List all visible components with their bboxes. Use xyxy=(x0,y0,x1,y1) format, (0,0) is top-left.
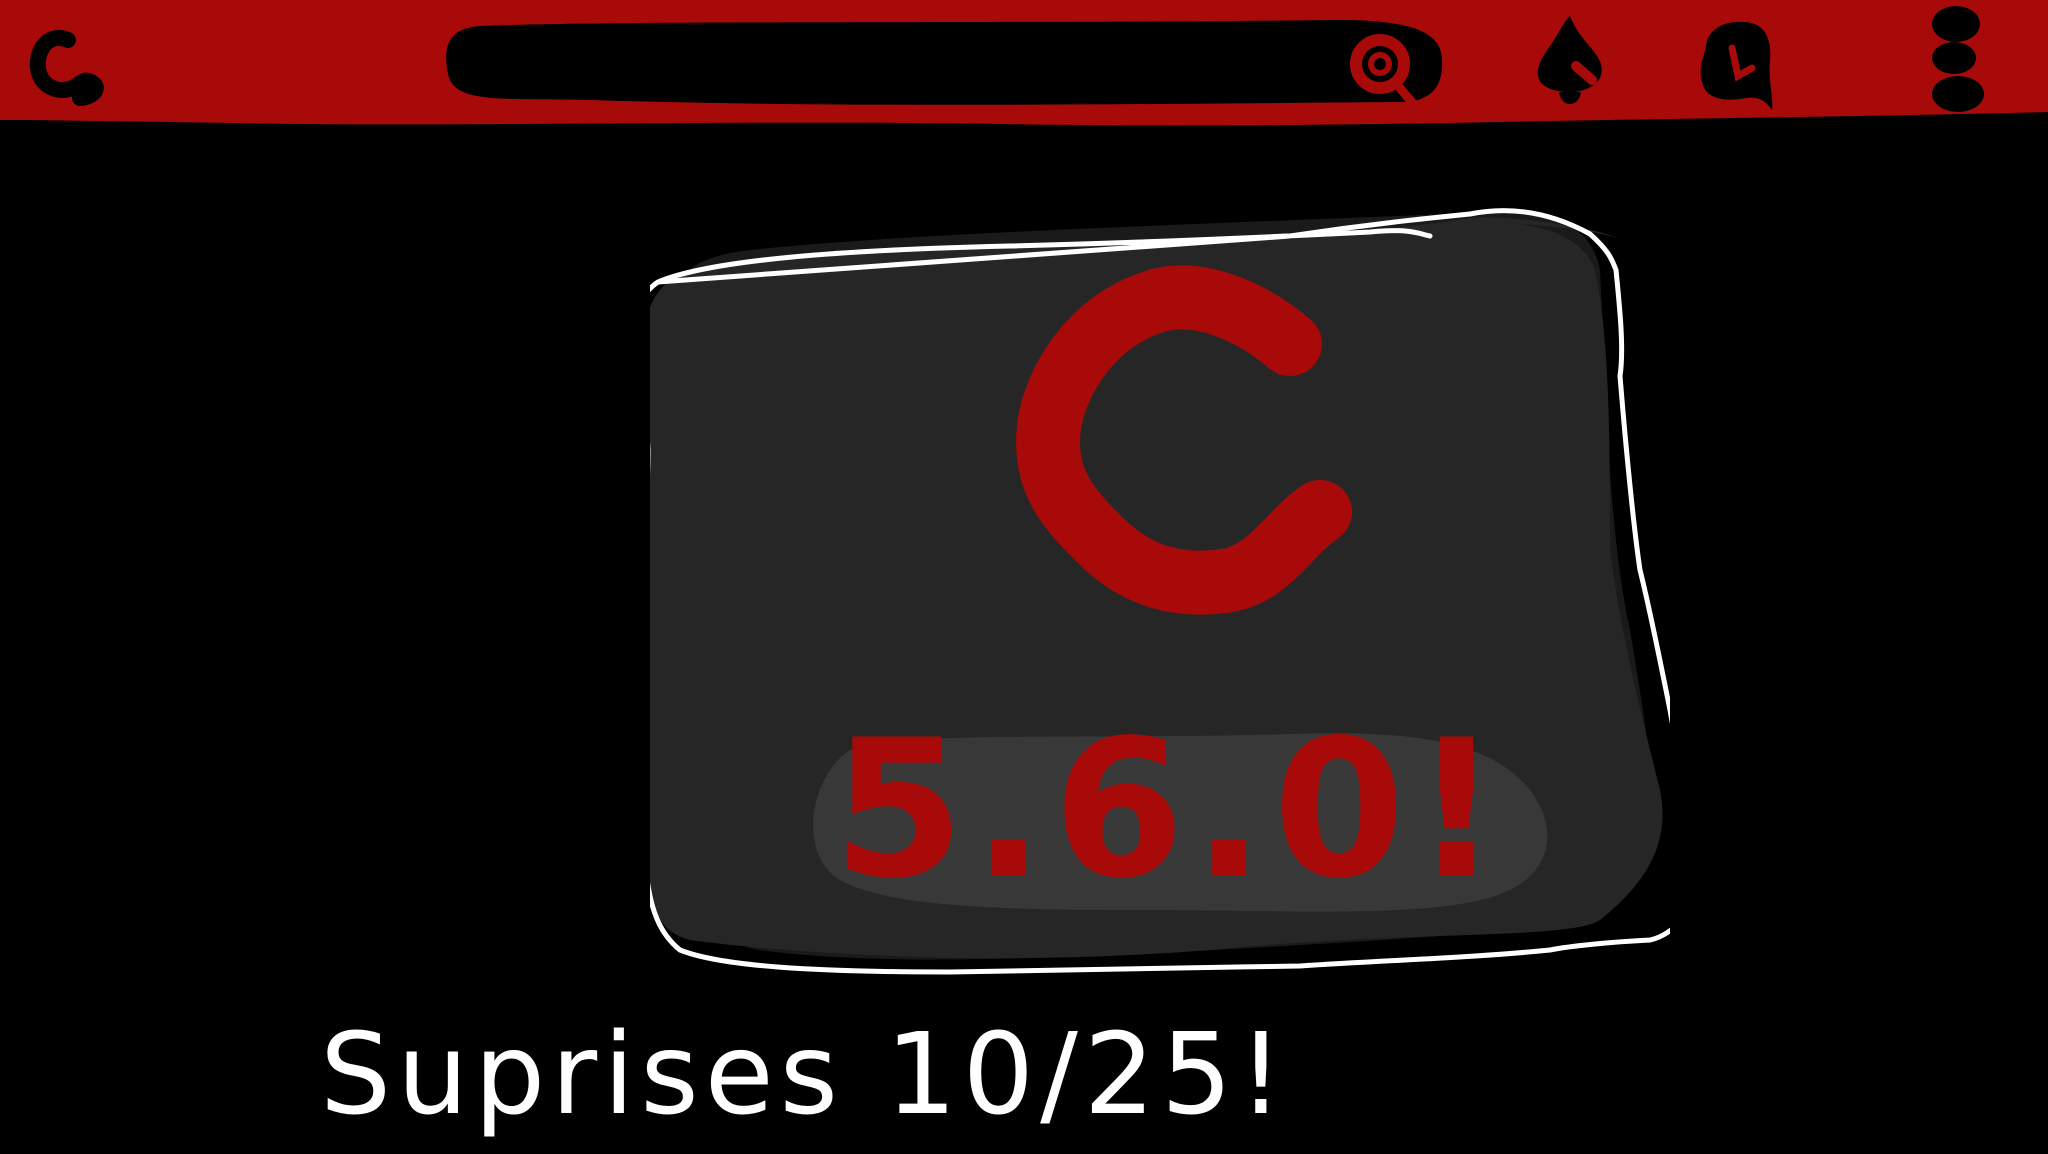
search-input[interactable] xyxy=(440,18,1450,111)
bell-icon[interactable] xyxy=(1520,6,1620,116)
surprises-caption: Suprises 10/25! xyxy=(320,1010,1290,1140)
version-badge: 5.6.0! xyxy=(790,690,1550,930)
app-logo[interactable] xyxy=(10,10,120,120)
c-logo-icon xyxy=(29,30,104,106)
version-card: 5.6.0! xyxy=(650,190,1670,990)
big-c-logo-icon xyxy=(950,260,1370,660)
top-navigation-bar xyxy=(0,0,2048,130)
menu-icon[interactable] xyxy=(1906,6,2006,116)
search-icon[interactable] xyxy=(1335,24,1445,124)
app-screen: 5.6.0! Suprises 10/25! xyxy=(0,0,2048,1154)
search-field-shape xyxy=(446,20,1443,105)
chat-icon[interactable] xyxy=(1686,6,1786,116)
version-number: 5.6.0! xyxy=(832,699,1508,920)
